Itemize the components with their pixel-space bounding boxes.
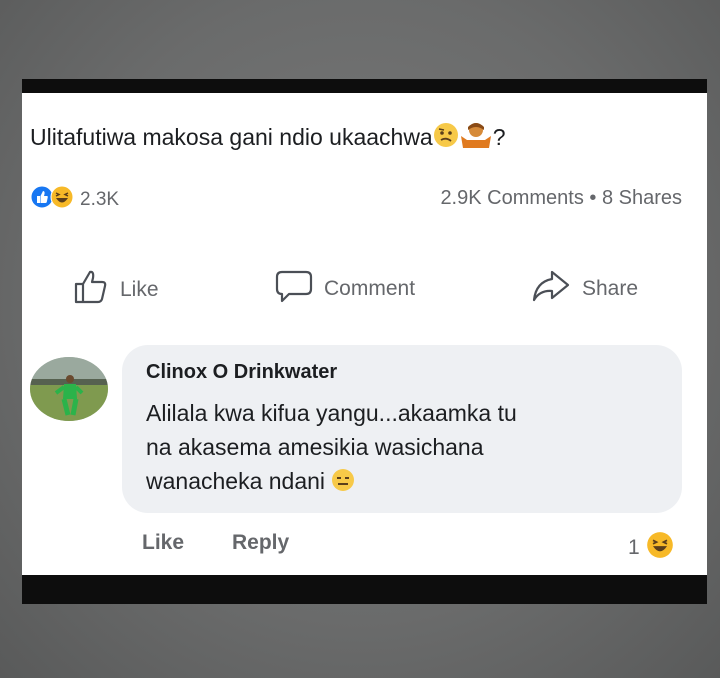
comment-like-button[interactable]: Like bbox=[142, 531, 184, 555]
comment-line: na akasema amesikia wasichana bbox=[146, 434, 484, 460]
comment-bubble: Clinox O Drinkwater Alilala kwa kifua ya… bbox=[122, 345, 682, 513]
comment-line: wanacheka ndani bbox=[146, 467, 355, 498]
like-button[interactable]: Like bbox=[72, 268, 159, 312]
post-actions: Like Comment Share bbox=[22, 268, 707, 308]
haha-reaction-icon bbox=[646, 531, 674, 565]
person-shrugging-icon bbox=[459, 120, 493, 154]
thumbs-up-icon bbox=[72, 268, 110, 312]
comment-reply-button[interactable]: Reply bbox=[232, 531, 289, 555]
bottom-black-bar bbox=[22, 575, 707, 604]
reaction-summary[interactable]: 2.3K bbox=[30, 185, 119, 214]
comment-line-text: wanacheka ndani bbox=[146, 468, 326, 494]
top-black-bar bbox=[22, 79, 707, 93]
avatar[interactable] bbox=[30, 357, 108, 421]
comment-author[interactable]: Clinox O Drinkwater bbox=[146, 361, 337, 384]
post-question-mark: ? bbox=[492, 124, 506, 150]
confused-face-icon bbox=[433, 122, 459, 154]
reaction-count: 2.3K bbox=[80, 188, 120, 210]
comment-reaction-count: 1 bbox=[628, 536, 640, 559]
comment-label: Comment bbox=[324, 277, 416, 300]
like-label: Like bbox=[120, 278, 159, 301]
post-stats: 2.3K 2.9K Comments • 8 Shares bbox=[30, 185, 682, 213]
share-button[interactable]: Share bbox=[530, 268, 638, 310]
comment-reaction-summary[interactable]: 1 bbox=[628, 531, 674, 565]
comment-line: Alilala kwa kifua yangu...akaamka tu bbox=[146, 400, 517, 426]
post-card: Ulitafutiwa makosa gani ndio ukaachwa? 2… bbox=[22, 93, 707, 575]
expressionless-face-icon bbox=[331, 468, 355, 498]
speech-bubble-icon bbox=[274, 268, 314, 310]
post-text: Ulitafutiwa makosa gani ndio ukaachwa? bbox=[30, 120, 506, 154]
comment-button[interactable]: Comment bbox=[274, 268, 415, 310]
share-label: Share bbox=[582, 277, 639, 300]
share-arrow-icon bbox=[530, 268, 572, 310]
haha-reaction-icon bbox=[50, 185, 74, 214]
post-text-body: Ulitafutiwa makosa gani ndio ukaachwa bbox=[30, 124, 433, 150]
comments-shares-count[interactable]: 2.9K Comments • 8 Shares bbox=[440, 187, 682, 210]
